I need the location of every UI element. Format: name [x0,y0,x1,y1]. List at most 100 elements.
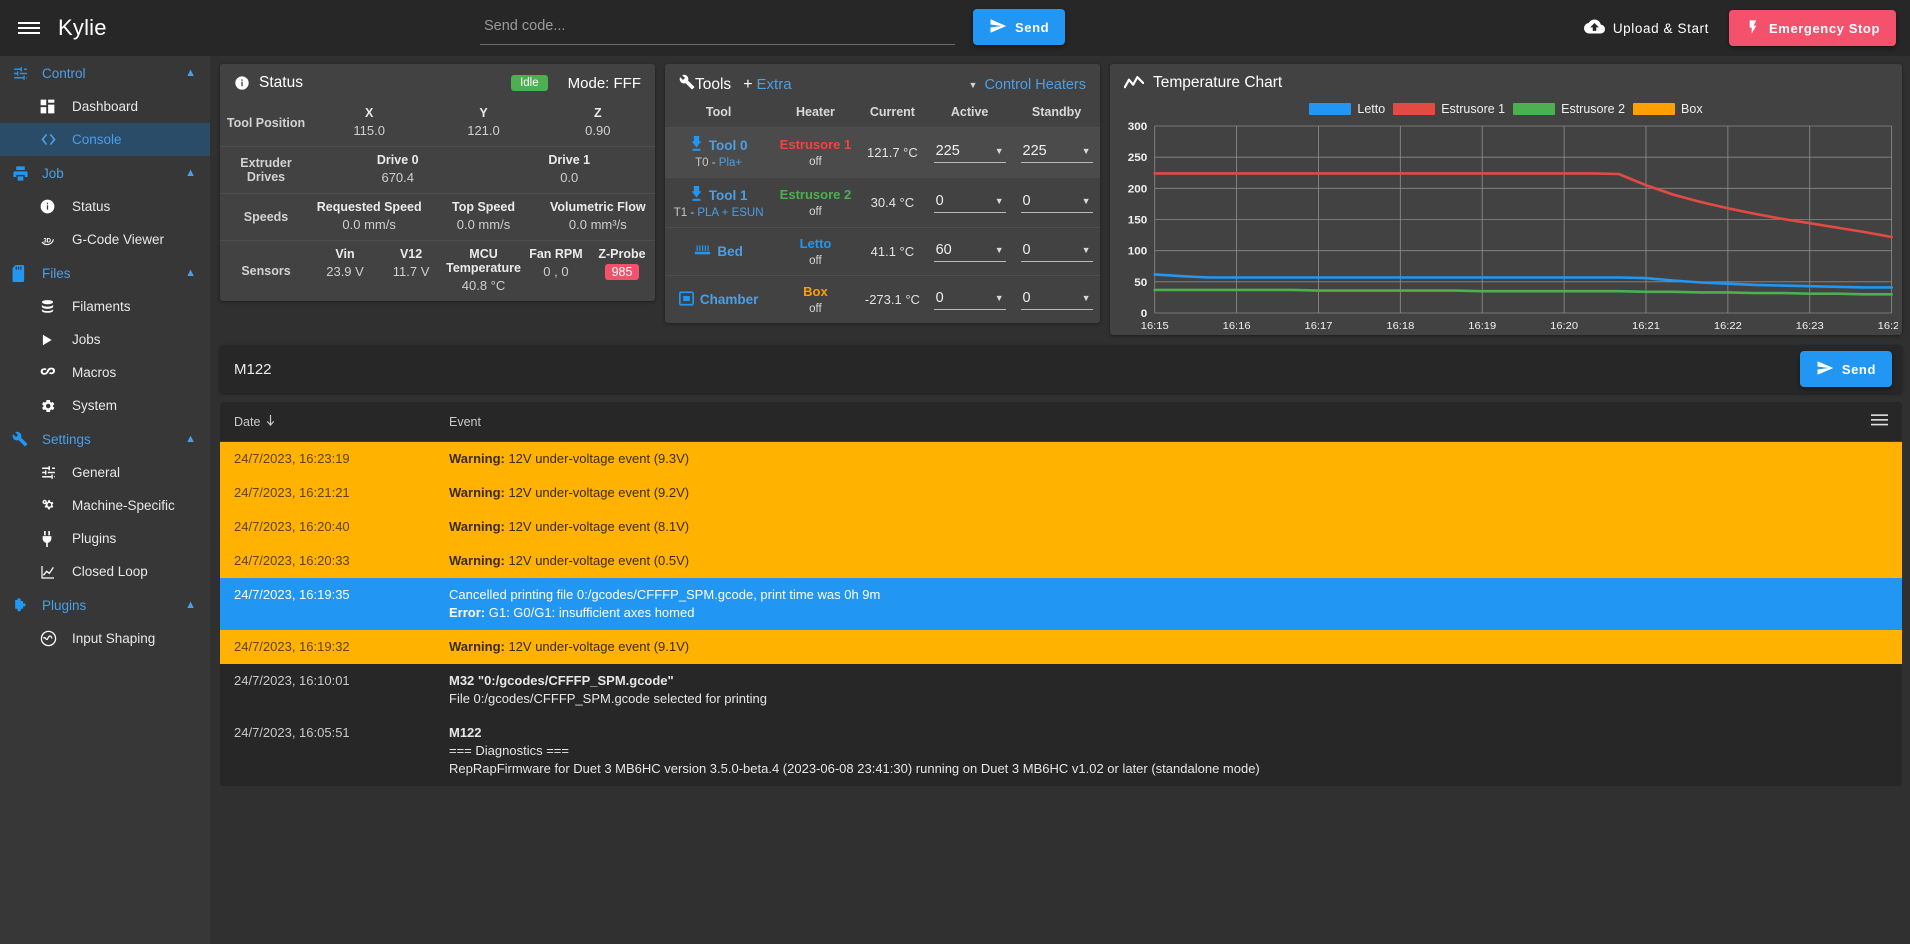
tool-name-label: Bed [717,244,743,259]
console-row-date: 24/7/2023, 16:19:32 [234,639,350,654]
sidebar-item-jobs[interactable]: Jobs [0,323,210,356]
console-row: 24/7/2023, 16:20:40 Warning: 12V under-vo… [220,510,1902,544]
sidebar-item-console[interactable]: Console [0,123,210,156]
chevron-up-icon: ▲ [185,433,196,445]
sidebar-item-general[interactable]: General [0,456,210,489]
sidebar-group-files[interactable]: Files ▲ [0,256,210,290]
active-temperature-cell[interactable]: 0 ▼ [926,177,1014,228]
svg-text:300: 300 [1128,121,1148,133]
status-cell-key: Drive 0 [376,153,419,167]
tool-row[interactable]: Bed Letto off 41.1 °C 60 ▼ 0 ▼ [665,227,1100,276]
sidebar-item-label: G-Code Viewer [72,232,165,247]
active-temperature-cell[interactable]: 0 ▼ [926,275,1014,323]
console-send-button[interactable]: Send [1799,351,1892,387]
temperature-chart-card: Temperature Chart Letto Estrusore 1 Estrus… [1110,64,1902,335]
standby-temperature-select[interactable]: 225 ▼ [1020,143,1093,163]
sidebar-item-macros[interactable]: Macros [0,356,210,389]
status-cell: MCU Temperature 40.8 °C [444,241,523,301]
status-cell-value: 0.90 [585,123,611,138]
console-row-date: 24/7/2023, 16:10:01 [234,673,350,688]
standby-temperature-cell[interactable]: 0 ▼ [1013,177,1100,228]
legend-item[interactable]: Estrusore 2 [1513,102,1625,116]
status-cell: Fan RPM 0 , 0 [523,241,589,301]
heater-cell[interactable]: Estrusore 1 off [772,127,859,178]
legend-item[interactable]: Box [1633,102,1703,116]
legend-item[interactable]: Estrusore 1 [1393,102,1505,116]
standby-temperature-select[interactable]: 0 ▼ [1020,193,1093,213]
sidebar-group-settings[interactable]: Settings ▲ [0,422,210,456]
sidebar-item-filaments[interactable]: Filaments [0,290,210,323]
send-code-input[interactable] [480,11,955,45]
active-temperature-select[interactable]: 0 ▼ [933,290,1006,310]
legend-label: Box [1681,102,1703,116]
sidebar-item-dashboard[interactable]: Dashboard [0,90,210,123]
chevron-down-icon: ▼ [1081,145,1091,156]
heater-cell[interactable]: Letto off [772,227,859,276]
tool-cell[interactable]: Chamber [665,275,773,323]
active-temperature-value: 0 [935,192,944,209]
status-cell-value: 23.9 V [326,264,364,279]
standby-temperature-cell[interactable]: 0 ▼ [1013,275,1100,323]
standby-temperature-select[interactable]: 0 ▼ [1020,242,1093,262]
tool-row[interactable]: Tool 1 T1 - PLA + ESUN Estrusore 2 off 30.4 … [665,177,1100,228]
chart-legend: Letto Estrusore 1 Estrusore 2 Box [1110,102,1902,116]
tool-row[interactable]: Chamber Box off -273.1 °C 0 ▼ 0 ▼ [665,275,1100,323]
send-code-button[interactable]: Send [973,9,1066,45]
svg-text:50: 50 [1134,277,1147,289]
standby-temperature-select[interactable]: 0 ▼ [1020,290,1093,310]
extra-link[interactable]: Extra [757,76,792,93]
status-badge: Idle [511,75,548,91]
sidebar-item-closed-loop[interactable]: Closed Loop [0,555,210,588]
console-row-event: M32 "0:/gcodes/CFFFP_SPM.gcode" File 0:/g… [449,672,1888,708]
current-temperature: 121.7 °C [858,127,927,178]
sidebar-item-label: Input Shaping [72,631,156,646]
console-command-input[interactable] [234,360,1790,378]
sidebar-group-control[interactable]: Control ▲ [0,56,210,90]
tool-cell[interactable]: Tool 1 T1 - PLA + ESUN [665,177,773,228]
tool-cell[interactable]: Tool 0 T0 - Pla+ [665,127,773,178]
status-row-label: Speeds [243,210,289,224]
upload-and-start-button[interactable]: Upload & Start [1578,10,1715,46]
active-temperature-select[interactable]: 60 ▼ [933,241,1006,262]
status-rows: Tool Position X 115.0 Y 121.0 Z 0.90 Extruder D… [220,100,655,301]
active-temperature-select[interactable]: 225 ▼ [933,143,1006,163]
active-temperature-cell[interactable]: 225 ▼ [926,127,1014,178]
sdcard-icon [12,264,42,282]
add-tool-button[interactable]: + [743,76,752,94]
sidebar-item-status[interactable]: Status [0,190,210,223]
active-temperature-value: 60 [935,241,952,258]
sidebar-group-job[interactable]: Job ▲ [0,156,210,190]
arrow-down-icon [265,414,276,430]
sidebar-item-plugins[interactable]: Plugins [0,522,210,555]
heater-cell[interactable]: Box off [772,275,859,323]
sidebar-group-label: Plugins [42,597,87,613]
sidebar-item-system[interactable]: System [0,389,210,422]
chart-plot-area[interactable]: 0 50 100 150 200 250 300 16:15 16:16 16:17 16:18 16… [1110,120,1902,335]
standby-temperature-cell[interactable]: 225 ▼ [1013,127,1100,178]
tool-cell[interactable]: Bed [665,227,773,276]
control-heaters-menu[interactable]: ▼ Control Heaters [969,77,1086,93]
legend-item[interactable]: Letto [1309,102,1385,116]
emergency-stop-button[interactable]: Emergency Stop [1729,10,1896,46]
chevron-down-icon: ▼ [1081,292,1091,303]
legend-label: Letto [1357,102,1386,116]
active-temperature-cell[interactable]: 60 ▼ [926,227,1014,276]
tool-row[interactable]: Tool 0 T0 - Pla+ Estrusore 1 off 121.7 °C 225… [665,127,1100,178]
console-table-header: Date Event [220,402,1902,442]
menu-toggle-button[interactable] [0,19,58,37]
status-cell-value: 11.7 V [392,264,430,279]
column-header-date[interactable]: Date [234,414,449,430]
app-title: Kylie [58,15,107,40]
menu-icon[interactable] [1871,413,1888,430]
sidebar-group-label: Job [42,165,64,181]
sidebar-item-machine-specific[interactable]: Machine-Specific [0,489,210,522]
heater-cell[interactable]: Estrusore 2 off [772,177,859,228]
sidebar-item-input-shaping[interactable]: Input Shaping [0,622,210,655]
standby-temperature-cell[interactable]: 0 ▼ [1013,227,1100,276]
sidebar-group-plugins[interactable]: Plugins ▲ [0,588,210,622]
active-temperature-select[interactable]: 0 ▼ [933,192,1006,213]
code-brackets-icon [40,132,72,147]
plug-icon [40,530,72,547]
tools-table-header: Tool Heater Current Active Standby [665,101,1100,128]
sidebar-item-g-code-viewer[interactable]: 3D G-Code Viewer [0,223,210,256]
